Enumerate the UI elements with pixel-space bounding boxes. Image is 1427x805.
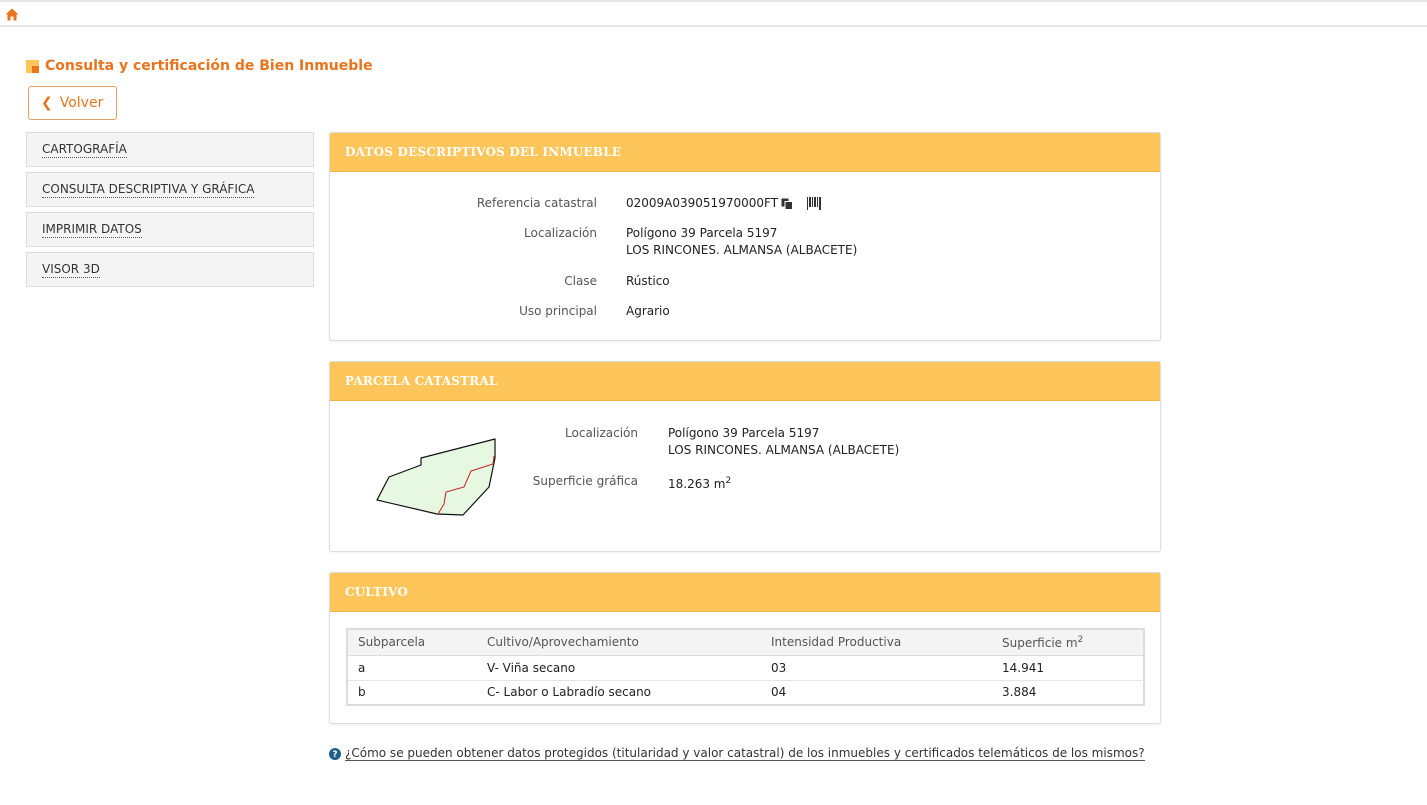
cultivo-panel: CULTIVO Subparcela Cultivo/Aprovechamien…: [329, 572, 1161, 724]
sidebar-item-label: CONSULTA DESCRIPTIVA Y GRÁFICA: [42, 181, 255, 198]
table-row: a V- Viña secano 03 14.941: [347, 655, 1144, 681]
localizacion-line2: LOS RINCONES. ALMANSA (ALBACETE): [626, 243, 858, 257]
table-cell: b: [358, 685, 366, 700]
panel-heading: CULTIVO: [330, 573, 1160, 612]
sidebar: CARTOGRAFÍA CONSULTA DESCRIPTIVA Y GRÁFI…: [26, 132, 314, 292]
column-header: Superficie m2: [992, 629, 1144, 656]
chevron-left-icon: ❮: [41, 95, 53, 111]
barcode-icon[interactable]: [807, 197, 822, 210]
column-header: Subparcela: [347, 629, 477, 656]
page-title: Consulta y certificación de Bien Inmuebl…: [26, 56, 373, 76]
column-header: Intensidad Productiva: [761, 629, 992, 656]
table-cell: a: [347, 655, 477, 681]
localizacion-label: Localización: [524, 226, 597, 240]
superficie-value: 18.263 m2: [668, 473, 731, 493]
column-header: Cultivo/Aprovechamiento: [477, 629, 761, 656]
page-title-text: Consulta y certificación de Bien Inmuebl…: [45, 58, 373, 74]
copy-icon[interactable]: [781, 198, 794, 210]
parcela-localizacion-label: Localización: [565, 426, 638, 440]
clase-label: Clase: [564, 274, 597, 288]
sidebar-item-label: IMPRIMIR DATOS: [42, 221, 142, 238]
uso-label: Uso principal: [519, 304, 597, 318]
superficie-exponent: 2: [725, 476, 732, 486]
sidebar-item-visor-3d[interactable]: VISOR 3D: [26, 252, 314, 287]
panel-heading: DATOS DESCRIPTIVOS DEL INMUEBLE: [330, 133, 1160, 172]
ref-value-group: 02009A039051970000FT: [626, 195, 822, 212]
help-row: ? ¿Cómo se pueden obtener datos protegid…: [329, 745, 1145, 762]
table-cell: 04: [771, 685, 787, 700]
sidebar-item-cartografia[interactable]: CARTOGRAFÍA: [26, 132, 314, 167]
table-row: b C- Labor o Labradío secano 04 3.884: [347, 680, 1144, 705]
help-link[interactable]: ¿Cómo se pueden obtener datos protegidos…: [345, 746, 1145, 761]
parcela-localizacion-line2: LOS RINCONES. ALMANSA (ALBACETE): [668, 443, 900, 457]
sidebar-item-imprimir[interactable]: IMPRIMIR DATOS: [26, 212, 314, 247]
top-bar: [0, 0, 1427, 27]
superficie-number: 18.263 m: [668, 477, 726, 491]
table-cell: 03: [761, 655, 992, 681]
home-icon[interactable]: [5, 8, 19, 21]
sidebar-item-label: VISOR 3D: [42, 261, 100, 278]
back-button-label: Volver: [59, 95, 104, 111]
sidebar-item-consulta[interactable]: CONSULTA DESCRIPTIVA Y GRÁFICA: [26, 172, 314, 207]
cultivo-table: Subparcela Cultivo/Aprovechamiento Inten…: [346, 628, 1145, 706]
column-header-text: Superficie m: [1002, 635, 1078, 650]
clase-value: Rústico: [626, 274, 670, 288]
parcela-catastral-panel: PARCELA CATASTRAL Localización Polígono …: [329, 361, 1161, 552]
ref-label: Referencia catastral: [476, 196, 597, 210]
table-header-row: Subparcela Cultivo/Aprovechamiento Inten…: [347, 629, 1144, 656]
table-cell: C- Labor o Labradío secano: [487, 685, 652, 700]
table-cell: 14.941: [992, 655, 1144, 681]
panel-heading: PARCELA CATASTRAL: [330, 362, 1160, 401]
square-icon: [26, 59, 39, 73]
sidebar-item-label: CARTOGRAFÍA: [42, 141, 127, 158]
back-button[interactable]: ❮ Volver: [28, 86, 117, 120]
table-cell: 3.884: [1002, 685, 1037, 700]
superficie-label: Superficie gráfica: [532, 474, 638, 488]
localizacion-line1: Polígono 39 Parcela 5197: [626, 226, 778, 240]
parcela-localizacion-value: Polígono 39 Parcela 5197 LOS RINCONES. A…: [668, 425, 899, 459]
parcela-localizacion-line1: Polígono 39 Parcela 5197: [668, 426, 820, 440]
table-cell: V- Viña secano: [477, 655, 761, 681]
uso-value: Agrario: [626, 304, 670, 318]
datos-descriptivos-panel: DATOS DESCRIPTIVOS DEL INMUEBLE Referenc…: [329, 132, 1161, 341]
question-circle-icon: ?: [329, 747, 341, 760]
svg-text:?: ?: [332, 750, 337, 760]
ref-value: 02009A039051970000FT: [626, 196, 779, 210]
column-header-exponent: 2: [1077, 634, 1084, 645]
localizacion-value: Polígono 39 Parcela 5197 LOS RINCONES. A…: [626, 225, 857, 259]
